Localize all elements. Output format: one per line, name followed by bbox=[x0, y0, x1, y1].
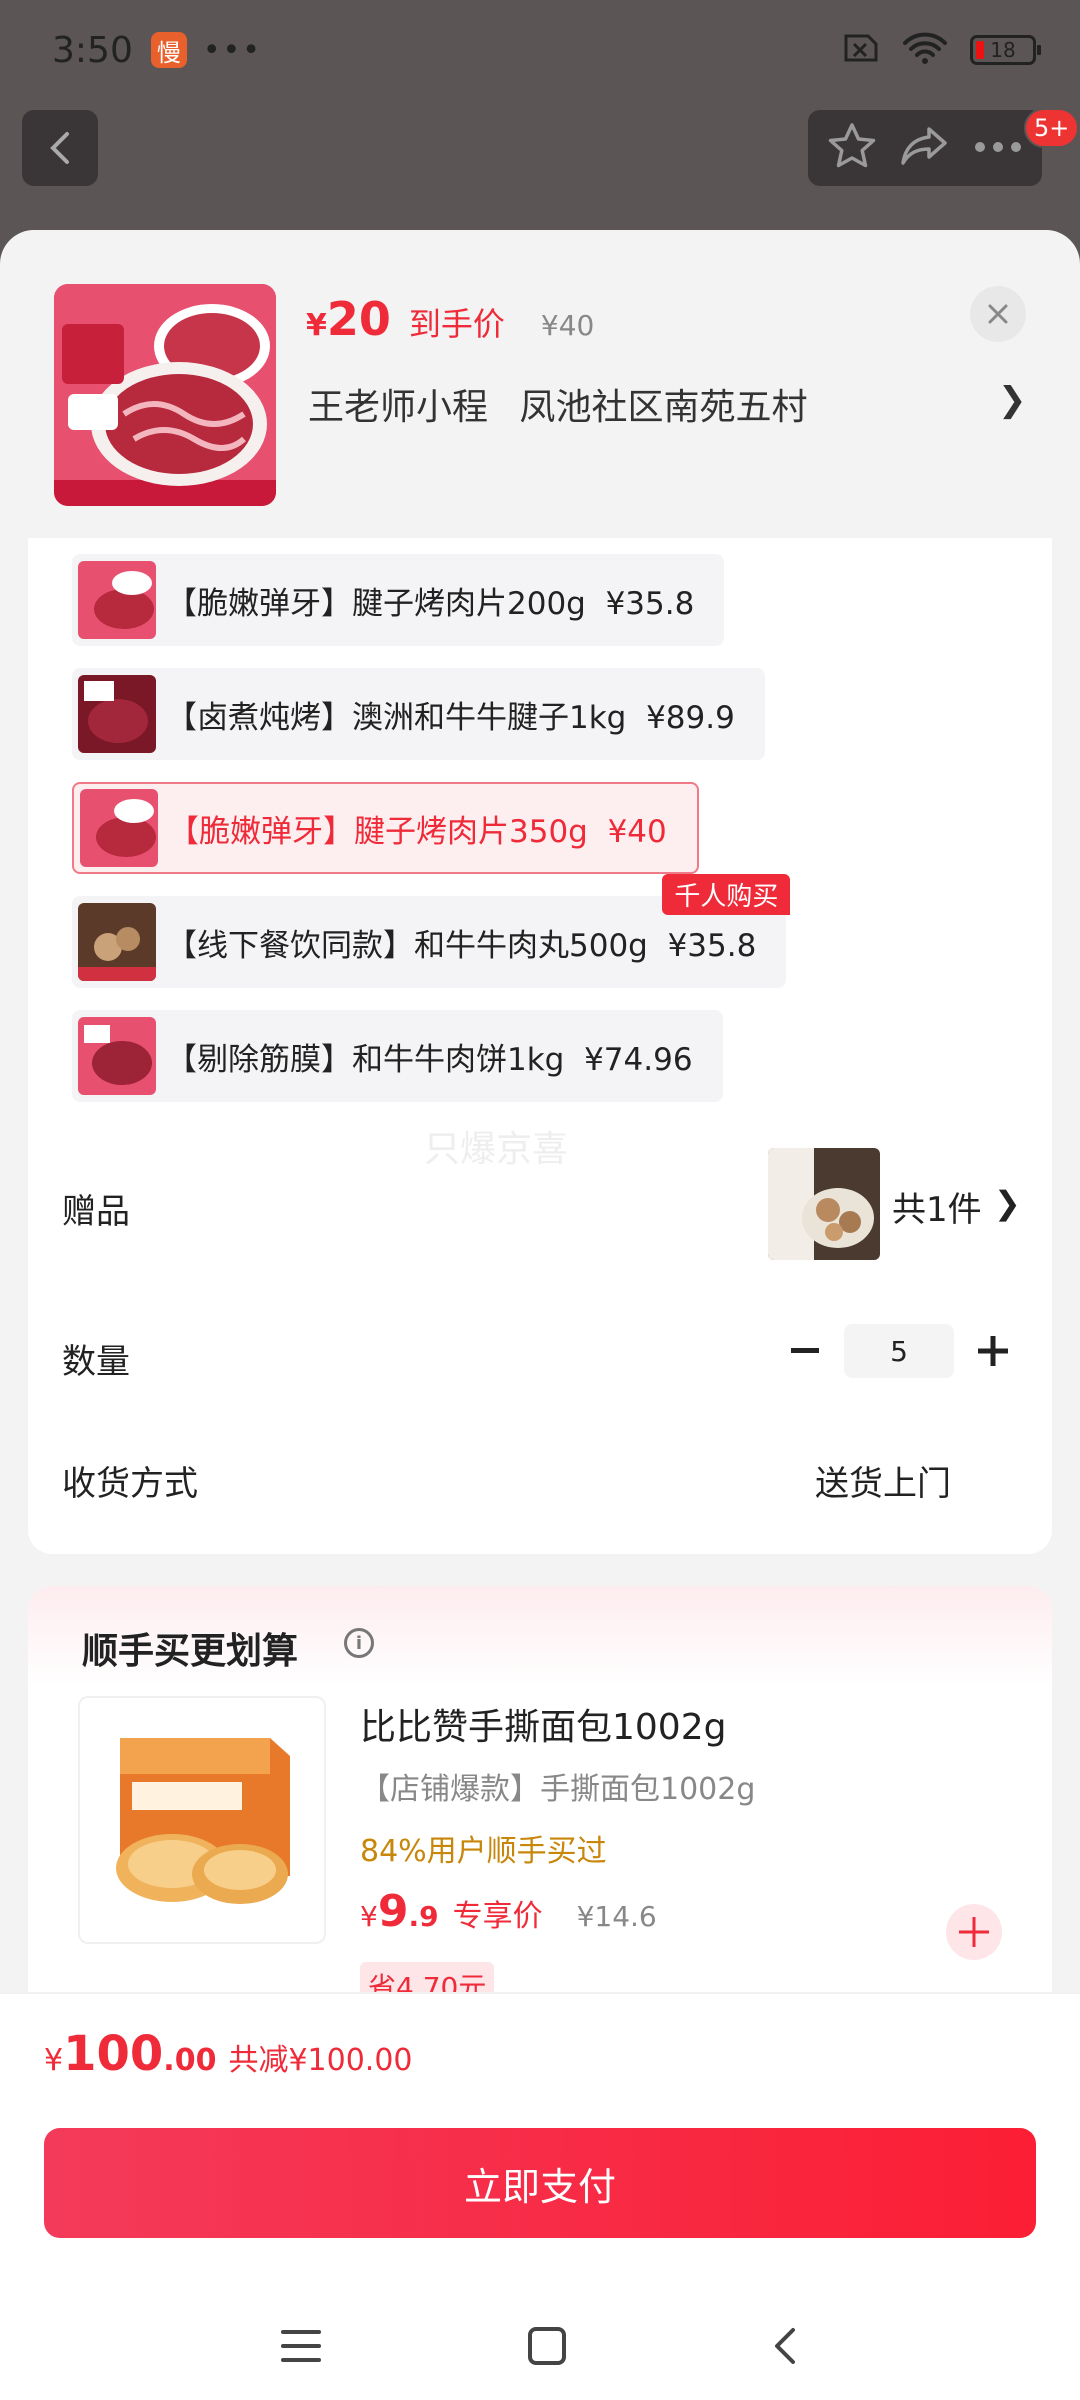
quantity-decrease-button[interactable] bbox=[780, 1326, 830, 1376]
sheet-header: ¥20 到手价 ¥40 王老师小程 凤池社区南苑五村 ❯ bbox=[0, 230, 1080, 540]
upsell-product-subtitle: 【店铺爆款】手撕面包1002g bbox=[360, 1772, 756, 1807]
plus-icon bbox=[978, 1336, 1008, 1366]
delivery-label: 收货方式 bbox=[62, 1464, 198, 1504]
plus-icon bbox=[959, 1917, 989, 1947]
quantity-increase-button[interactable] bbox=[968, 1326, 1018, 1376]
chevron-right-icon[interactable]: ❯ bbox=[994, 1184, 1021, 1222]
minus-icon bbox=[791, 1348, 819, 1353]
shop-location: 凤池社区南苑五村 bbox=[519, 387, 808, 428]
option-thumbnail bbox=[78, 1017, 156, 1095]
upsell-product-image[interactable] bbox=[78, 1696, 326, 1944]
upsell-product-name[interactable]: 比比赞手撕面包1002g bbox=[360, 1698, 726, 1750]
checkout-bar: ¥100.00 共减¥100.00 立即支付 bbox=[0, 1992, 1080, 2400]
favorite-star-icon[interactable] bbox=[826, 121, 878, 175]
option-label: 【卤煮炖烤】澳洲和牛牛腱子1kg ¥89.9 bbox=[166, 699, 735, 736]
option-thumbnail bbox=[78, 675, 156, 753]
app-notification-icon: 慢 bbox=[150, 32, 187, 68]
product-thumbnail bbox=[54, 284, 276, 506]
message-count-badge: 5+ bbox=[1024, 108, 1080, 148]
more-menu-icon[interactable] bbox=[972, 139, 1024, 158]
shop-address[interactable]: 王老师小程 凤池社区南苑五村 bbox=[308, 378, 807, 430]
option-thumbnail bbox=[80, 789, 158, 867]
original-price: ¥40 bbox=[540, 309, 595, 342]
top-action-group bbox=[808, 110, 1042, 186]
total-discount: 共减¥100.00 bbox=[228, 2043, 413, 2078]
status-bar: 3:50 慢 ••• 18 bbox=[0, 0, 1080, 100]
upsell-buyers-rate: 84%用户顺手买过 bbox=[360, 1834, 607, 1869]
close-button[interactable] bbox=[970, 286, 1026, 342]
option-item-selected[interactable]: 【脆嫩弹牙】腱子烤肉片350g ¥40 bbox=[72, 782, 699, 874]
options-card: 【脆嫩弹牙】腱子烤肉片200g ¥35.8 【卤煮炖烤】澳洲和牛牛腱子1kg ¥… bbox=[28, 538, 1052, 1554]
status-time: 3:50 bbox=[52, 29, 133, 71]
option-label: 【脆嫩弹牙】腱子烤肉片350g ¥40 bbox=[168, 813, 667, 850]
price-row: ¥20 到手价 ¥40 bbox=[306, 292, 594, 346]
share-icon[interactable] bbox=[899, 123, 951, 173]
delivery-method[interactable]: 送货上门 bbox=[815, 1456, 951, 1505]
no-sim-icon bbox=[840, 32, 880, 68]
quantity-input[interactable]: 5 bbox=[844, 1324, 954, 1378]
info-icon[interactable]: i bbox=[344, 1628, 374, 1658]
gift-thumbnail[interactable] bbox=[768, 1148, 880, 1260]
wifi-icon bbox=[902, 31, 948, 69]
chevron-right-icon[interactable]: ❯ bbox=[998, 380, 1027, 420]
back-icon[interactable] bbox=[769, 2326, 799, 2370]
quantity-label: 数量 bbox=[62, 1342, 130, 1382]
upsell-title: 顺手买更划算 bbox=[82, 1631, 299, 1672]
chevron-left-icon bbox=[50, 132, 69, 164]
option-thumbnail bbox=[78, 903, 156, 981]
battery-icon: 18 bbox=[970, 35, 1041, 65]
option-label: 【线下餐饮同款】和牛牛肉丸500g ¥35.8 bbox=[166, 927, 757, 964]
more-notifications-icon: ••• bbox=[202, 32, 262, 68]
home-icon[interactable] bbox=[527, 2326, 567, 2370]
back-button[interactable] bbox=[22, 110, 98, 186]
shop-name: 王老师小程 bbox=[308, 387, 489, 428]
add-upsell-button[interactable] bbox=[946, 1904, 1002, 1960]
option-thumbnail bbox=[78, 561, 156, 639]
close-icon bbox=[988, 304, 1008, 324]
option-item[interactable]: 【线下餐饮同款】和牛牛肉丸500g ¥35.8 千人购买 bbox=[72, 874, 791, 988]
option-label: 【脆嫩弹牙】腱子烤肉片200g ¥35.8 bbox=[166, 585, 695, 622]
option-item[interactable]: 【剔除筋膜】和牛牛肉饼1kg ¥74.96 bbox=[72, 1010, 723, 1102]
option-item[interactable]: 【脆嫩弹牙】腱子烤肉片200g ¥35.8 bbox=[72, 554, 725, 646]
system-nav-bar bbox=[0, 2294, 1080, 2400]
option-item[interactable]: 【卤煮炖烤】澳洲和牛牛腱子1kg ¥89.9 bbox=[72, 668, 765, 760]
gift-count[interactable]: 共1件 bbox=[892, 1182, 982, 1231]
watermark-text: 只爆京喜 bbox=[424, 1129, 569, 1170]
exclusive-price-label: 专享价 bbox=[452, 1899, 543, 1934]
menu-icon[interactable] bbox=[281, 2328, 325, 2368]
total-price: ¥100.00 共减¥100.00 bbox=[44, 2026, 413, 2082]
final-price-label: 到手价 bbox=[408, 305, 505, 343]
option-label: 【剔除筋膜】和牛牛肉饼1kg ¥74.96 bbox=[166, 1041, 693, 1078]
upsell-card: 顺手买更划算 i 比比赞手撕面包1002g 【店铺爆款】手撕面包1002g 84… bbox=[28, 1586, 1052, 2006]
pay-now-button[interactable]: 立即支付 bbox=[44, 2128, 1036, 2238]
popular-badge: 千人购买 bbox=[662, 874, 791, 915]
final-price: ¥20 bbox=[306, 292, 391, 346]
upsell-original-price: ¥14.6 bbox=[576, 1900, 657, 1933]
upsell-price: ¥9.9 专享价 ¥14.6 bbox=[360, 1886, 657, 1937]
gift-label: 赠品 bbox=[62, 1192, 130, 1232]
